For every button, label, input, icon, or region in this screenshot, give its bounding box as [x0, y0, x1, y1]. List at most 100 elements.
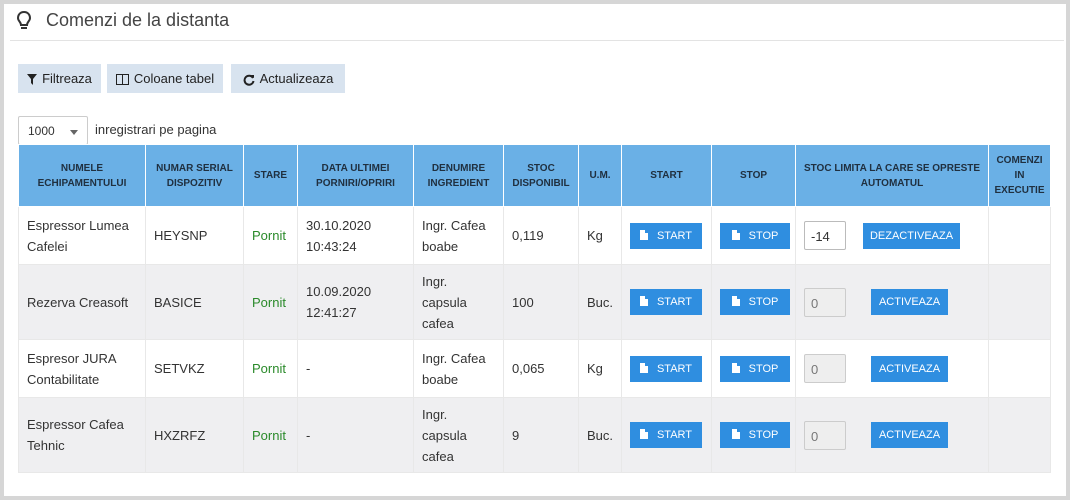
cell-start: START: [621, 397, 712, 473]
file-icon: [731, 362, 740, 373]
file-icon: [639, 429, 648, 439]
col-header-date[interactable]: DATA ULTIMEI PORNIRI/OPRIRI: [297, 144, 414, 207]
refresh-icon: [243, 74, 255, 86]
columns-icon: [115, 74, 129, 86]
stop-label: STOP: [748, 296, 779, 308]
cell-ingredient: Ingr. capsula cafea: [413, 264, 504, 340]
col-header-um[interactable]: U.M.: [578, 144, 622, 207]
file-icon: [639, 296, 648, 306]
stop-button[interactable]: STOP: [720, 222, 790, 249]
cell-um: Kg: [578, 206, 622, 265]
cell-ingredient: Ingr. Cafea boabe: [413, 206, 504, 265]
cell-serial: BASICE: [145, 264, 244, 340]
cell-limit: -14 DEZACTIVEAZA: [795, 206, 989, 265]
start-button[interactable]: START: [630, 355, 702, 382]
stop-button[interactable]: STOP: [720, 422, 790, 448]
table-row: Espressor Cafea Tehnic HXZRFZ Pornit - I…: [18, 397, 1051, 473]
filter-icon: [27, 74, 38, 86]
page-frame: Comenzi de la distanta Filtreaza Coloane…: [0, 0, 1070, 500]
start-button[interactable]: START: [630, 222, 702, 249]
start-label: START: [656, 296, 693, 308]
start-button[interactable]: START: [630, 422, 702, 448]
cell-state: Pornit: [243, 397, 298, 473]
cell-orders: [988, 339, 1051, 398]
table-row: Espressor Lumea Cafelei HEYSNP Pornit 30…: [18, 206, 1051, 265]
cell-stop: STOP: [711, 397, 796, 473]
cell-start: START: [621, 264, 712, 340]
cell-state: Pornit: [243, 206, 298, 265]
file-icon: [731, 429, 740, 439]
cell-stock: 9: [503, 397, 579, 473]
cell-stock: 100: [503, 264, 579, 340]
cell-date: -: [297, 339, 414, 398]
cell-um: Kg: [578, 339, 622, 398]
limit-input[interactable]: -14: [804, 221, 846, 250]
file-icon: [639, 229, 648, 240]
page-header: Comenzi de la distanta: [10, 4, 1064, 41]
cell-stop: STOP: [711, 206, 796, 265]
cell-serial: HXZRFZ: [145, 397, 244, 473]
refresh-button[interactable]: Actualizeaza: [231, 64, 345, 93]
cell-um: Buc.: [578, 397, 622, 473]
limit-input: 0: [804, 354, 846, 383]
table-header-row: NUMELE ECHIPAMENTULUI NUMAR SERIAL DISPO…: [18, 144, 1051, 207]
table-row: Rezerva Creasoft BASICE Pornit 10.09.202…: [18, 264, 1051, 340]
limit-input: 0: [804, 420, 846, 450]
col-header-limit: STOC LIMITA LA CARE SE OPRESTE AUTOMATUL: [795, 144, 989, 207]
start-button[interactable]: START: [630, 289, 702, 315]
stop-button[interactable]: STOP: [720, 289, 790, 315]
cell-date: -: [297, 397, 414, 473]
col-header-name[interactable]: NUMELE ECHIPAMENTULUI: [18, 144, 146, 207]
cell-ingredient: Ingr. capsula cafea: [413, 397, 504, 473]
stop-button[interactable]: STOP: [720, 355, 790, 382]
col-header-ingredient[interactable]: DENUMIRE INGREDIENT: [413, 144, 504, 207]
file-icon: [639, 362, 648, 373]
cell-stock: 0,119: [503, 206, 579, 265]
cell-ingredient: Ingr. Cafea boabe: [413, 339, 504, 398]
filter-button[interactable]: Filtreaza: [18, 64, 101, 93]
file-icon: [731, 229, 740, 240]
cell-limit: 0 ACTIVEAZA: [795, 264, 989, 340]
lightbulb-icon: [16, 10, 32, 29]
cell-date: 10.09.2020 12:41:27: [297, 264, 414, 340]
stop-label: STOP: [748, 429, 779, 441]
cell-name: Espressor Cafea Tehnic: [18, 397, 146, 473]
cell-start: START: [621, 206, 712, 265]
page-size-value: 1000: [28, 124, 55, 138]
chevron-down-icon: [70, 130, 78, 135]
activate-button[interactable]: ACTIVEAZA: [871, 289, 948, 316]
start-label: START: [656, 229, 693, 242]
cell-orders: [988, 264, 1051, 340]
cell-stock: 0,065: [503, 339, 579, 398]
page-size-label: inregistrari pe pagina: [95, 122, 217, 137]
file-icon: [731, 296, 740, 306]
cell-limit: 0 ACTIVEAZA: [795, 339, 989, 398]
col-header-start: START: [621, 144, 712, 207]
cell-date: 30.10.2020 10:43:24: [297, 206, 414, 265]
page-title: Comenzi de la distanta: [46, 10, 230, 30]
cell-name: Rezerva Creasoft: [18, 264, 146, 340]
cell-orders: [988, 206, 1051, 265]
columns-button[interactable]: Coloane tabel: [107, 64, 223, 93]
cell-serial: HEYSNP: [145, 206, 244, 265]
cell-orders: [988, 397, 1051, 473]
cell-name: Espresor JURA Contabilitate: [18, 339, 146, 398]
activate-button[interactable]: ACTIVEAZA: [871, 355, 948, 382]
page-size-select[interactable]: 1000: [18, 116, 88, 145]
activate-button[interactable]: ACTIVEAZA: [871, 422, 948, 449]
cell-um: Buc.: [578, 264, 622, 340]
start-label: START: [656, 362, 693, 375]
col-header-serial[interactable]: NUMAR SERIAL DISPOZITIV: [145, 144, 244, 207]
deactivate-button[interactable]: DEZACTIVEAZA: [863, 222, 960, 249]
stop-label: STOP: [748, 362, 779, 375]
col-header-state[interactable]: STARE: [243, 144, 298, 207]
cell-stop: STOP: [711, 264, 796, 340]
cell-name: Espressor Lumea Cafelei: [18, 206, 146, 265]
limit-input: 0: [804, 287, 846, 317]
cell-serial: SETVKZ: [145, 339, 244, 398]
refresh-label: Actualizeaza: [259, 71, 334, 86]
cell-stop: STOP: [711, 339, 796, 398]
col-header-orders: COMENZI IN EXECUTIE: [988, 144, 1051, 207]
columns-label: Coloane tabel: [133, 71, 215, 86]
col-header-stock[interactable]: STOC DISPONIBIL: [503, 144, 579, 207]
